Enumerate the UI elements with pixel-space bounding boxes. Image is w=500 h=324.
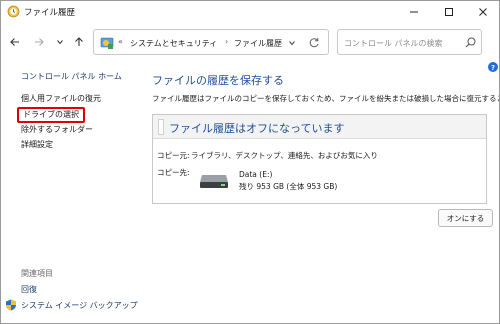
up-button[interactable] xyxy=(71,34,87,50)
help-icon[interactable]: ? xyxy=(488,62,498,72)
navigation-bar: « システムとセキュリティ › ファイル履歴 コントロール パネルの検索 xyxy=(1,23,499,61)
status-indicator xyxy=(158,119,164,135)
sidebar: コントロール パネル ホーム 個人用ファイルの復元 ドライブの選択 除外するフォ… xyxy=(1,61,141,323)
address-bar[interactable]: « システムとセキュリティ › ファイル履歴 xyxy=(93,29,329,55)
refresh-icon xyxy=(309,38,319,48)
page-title: ファイルの履歴を保存する xyxy=(152,74,284,87)
status-panel: ファイル履歴はオフになっています コピー元: ライブラリ、デスクトップ、連絡先、… xyxy=(152,114,487,204)
search-icon[interactable] xyxy=(464,36,477,49)
drive-name: Data (E:) xyxy=(239,170,273,179)
search-placeholder[interactable]: コントロール パネルの検索 xyxy=(344,38,443,49)
control-panel-icon xyxy=(100,36,114,50)
copy-from-label: コピー元: xyxy=(157,151,190,160)
title-bar: ファイル履歴 xyxy=(1,1,499,23)
arrow-up-icon xyxy=(75,37,83,46)
search-box[interactable]: コントロール パネルの検索 xyxy=(337,29,482,55)
drive-space: 残り 953 GB (全体 953 GB) xyxy=(239,182,338,191)
chevron-down-icon xyxy=(289,41,295,46)
sidebar-item-advanced-settings[interactable]: 詳細設定 xyxy=(21,139,53,150)
refresh-button[interactable] xyxy=(307,36,321,50)
sidebar-control-panel-home[interactable]: コントロール パネル ホーム xyxy=(21,71,122,82)
hard-drive-icon xyxy=(199,173,229,189)
copy-from-value: ライブラリ、デスクトップ、連絡先、およびお気に入り xyxy=(191,151,378,160)
svg-text:?: ? xyxy=(491,64,495,72)
sidebar-item-restore-files[interactable]: 個人用ファイルの復元 xyxy=(21,93,101,104)
arrow-right-icon xyxy=(35,38,44,46)
turn-on-button[interactable]: オンにする xyxy=(438,209,493,227)
recent-locations-button[interactable] xyxy=(52,34,68,50)
shield-icon xyxy=(5,299,17,311)
window-title: ファイル履歴 xyxy=(24,8,76,18)
sidebar-item-recovery[interactable]: 回復 xyxy=(21,284,37,295)
close-button[interactable] xyxy=(466,1,499,23)
status-title: ファイル履歴はオフになっています xyxy=(169,122,345,135)
address-dropdown-button[interactable] xyxy=(287,37,297,49)
breadcrumb-file-history[interactable]: ファイル履歴 xyxy=(234,38,282,49)
sidebar-item-exclude-folders[interactable]: 除外するフォルダー xyxy=(21,124,93,135)
breadcrumb-system-security[interactable]: システムとセキュリティ xyxy=(130,38,217,49)
sidebar-item-system-image-backup[interactable]: システム イメージ バックアップ xyxy=(21,300,138,311)
breadcrumb-separator[interactable]: › xyxy=(225,37,228,46)
chevron-down-icon xyxy=(57,40,63,45)
sidebar-item-select-drive[interactable]: ドライブの選択 xyxy=(17,107,85,123)
file-history-window: ファイル履歴 « システムとセキュリティ › ファイル履歴 コントロール パネル… xyxy=(0,0,500,324)
page-description: ファイル履歴はファイルのコピーを保存しておくため、ファイルを紛失または破損した場… xyxy=(152,94,499,103)
minimize-button[interactable] xyxy=(397,1,431,23)
arrow-left-icon xyxy=(10,38,19,46)
maximize-button[interactable] xyxy=(432,1,466,23)
file-history-app-icon xyxy=(7,5,20,18)
forward-button[interactable] xyxy=(31,34,47,50)
breadcrumb-overflow[interactable]: « xyxy=(118,37,123,46)
status-header: ファイル履歴はオフになっています xyxy=(153,115,486,139)
back-button[interactable] xyxy=(7,34,23,50)
copy-to-label: コピー先: xyxy=(157,168,190,177)
related-heading: 関連項目 xyxy=(21,269,53,278)
